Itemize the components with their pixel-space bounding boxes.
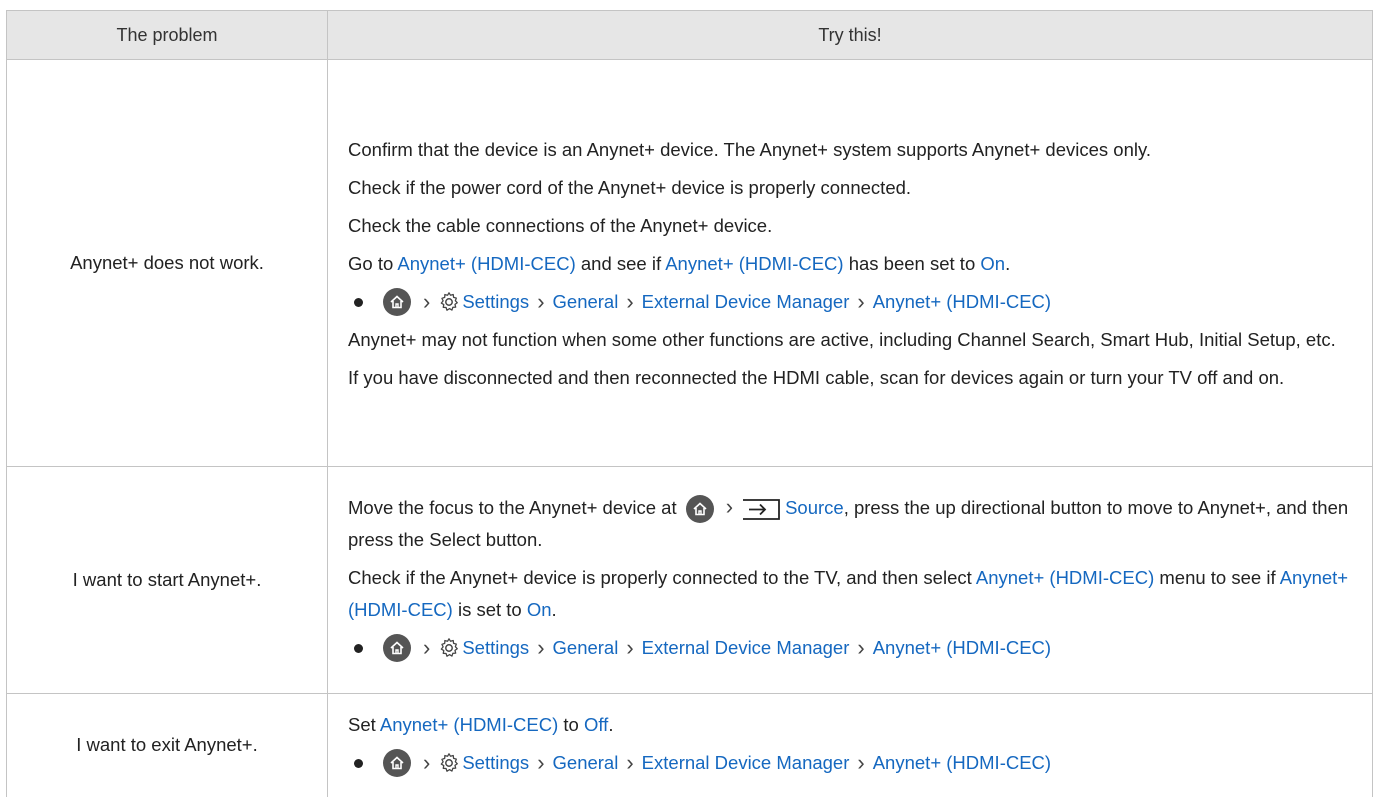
anynet-link[interactable]: Anynet+ (HDMI-CEC)	[380, 714, 558, 735]
gear-icon	[440, 638, 459, 657]
chevron-right-icon: ›	[626, 289, 634, 314]
anynet-link[interactable]: Anynet+ (HDMI-CEC)	[976, 567, 1154, 588]
solution-cell: Set Anynet+ (HDMI-CEC) to Off. › Setting…	[327, 693, 1373, 797]
problem-cell: Anynet+ does not work.	[6, 59, 328, 467]
chevron-right-icon: ›	[537, 289, 545, 314]
off-value: Off	[583, 714, 609, 736]
header-problem: The problem	[6, 10, 328, 60]
solution-text: If you have disconnected and then reconn…	[348, 367, 1285, 388]
solution-cell: Confirm that the device is an Anynet+ de…	[327, 59, 1373, 467]
general-link[interactable]: General	[553, 286, 619, 318]
settings-link[interactable]: Settings	[462, 747, 529, 779]
home-icon[interactable]	[685, 495, 714, 524]
solution-text: Set Anynet+ (HDMI-CEC) to Off.	[348, 714, 614, 736]
menu-path: › Settings › General › External Device M…	[348, 632, 1352, 664]
chevron-right-icon: ›	[626, 635, 634, 660]
table-row: I want to start Anynet+. Move the focus …	[6, 466, 1373, 694]
solution-text: Check the cable connections of the Anyne…	[348, 215, 773, 236]
settings-link[interactable]: Settings	[462, 632, 529, 664]
chevron-right-icon: ›	[626, 750, 634, 776]
chevron-right-icon: ›	[423, 750, 431, 776]
table-row: Anynet+ does not work. Confirm that the …	[6, 59, 1373, 467]
solution-cell: Move the focus to the Anynet+ device at …	[327, 466, 1373, 694]
anynet-link[interactable]: Anynet+ (HDMI-CEC)	[397, 253, 575, 274]
anynet-link[interactable]: Anynet+ (HDMI-CEC)	[873, 632, 1051, 664]
chevron-right-icon: ›	[857, 750, 865, 776]
external-device-manager-link[interactable]: External Device Manager	[642, 632, 850, 664]
source-link[interactable]: Source	[785, 497, 844, 518]
solution-text: Go to Anynet+ (HDMI-CEC) and see if Anyn…	[348, 253, 1011, 274]
settings-link[interactable]: Settings	[462, 286, 529, 318]
bullet-icon	[354, 758, 363, 768]
chevron-right-icon: ›	[725, 494, 734, 519]
bullet-icon	[354, 643, 363, 653]
solution-text: Confirm that the device is an Anynet+ de…	[348, 139, 1151, 160]
problem-cell: I want to exit Anynet+.	[6, 693, 328, 797]
chevron-right-icon: ›	[857, 289, 865, 314]
home-icon[interactable]	[383, 634, 411, 662]
solution-text: Check if the Anynet+ device is properly …	[348, 567, 1349, 620]
general-link[interactable]: General	[553, 632, 619, 664]
troubleshooting-table: The problem Try this! Anynet+ does not w…	[6, 10, 1373, 797]
external-device-manager-link[interactable]: External Device Manager	[642, 747, 850, 779]
solution-text: Move the focus to the Anynet+ device at …	[348, 494, 1349, 550]
chevron-right-icon: ›	[857, 635, 865, 660]
gear-icon	[440, 292, 459, 311]
chevron-right-icon: ›	[423, 289, 431, 314]
anynet-link[interactable]: Anynet+ (HDMI-CEC)	[665, 253, 843, 274]
anynet-link[interactable]: Anynet+ (HDMI-CEC)	[873, 286, 1051, 318]
table-header-row: The problem Try this!	[6, 10, 1373, 60]
general-link[interactable]: General	[553, 747, 619, 779]
anynet-link[interactable]: Anynet+ (HDMI-CEC)	[873, 747, 1051, 779]
source-icon	[743, 499, 780, 521]
external-device-manager-link[interactable]: External Device Manager	[642, 286, 850, 318]
problem-cell: I want to start Anynet+.	[6, 466, 328, 694]
menu-path: › Settings › General › External Device M…	[348, 747, 1352, 779]
table-row: I want to exit Anynet+. Set Anynet+ (HDM…	[6, 693, 1373, 797]
solution-text: Check if the power cord of the Anynet+ d…	[348, 177, 912, 198]
on-value: On	[526, 599, 552, 620]
home-icon[interactable]	[383, 288, 411, 316]
chevron-right-icon: ›	[423, 635, 431, 660]
chevron-right-icon: ›	[537, 635, 545, 660]
header-try-this: Try this!	[327, 10, 1373, 60]
home-icon[interactable]	[383, 749, 411, 778]
gear-icon	[440, 753, 459, 773]
on-value: On	[980, 253, 1006, 274]
bullet-icon	[354, 297, 363, 307]
solution-text: Anynet+ may not function when some other…	[348, 329, 1336, 350]
menu-path: › Settings › General › External Device M…	[348, 286, 1352, 318]
chevron-right-icon: ›	[537, 750, 545, 776]
